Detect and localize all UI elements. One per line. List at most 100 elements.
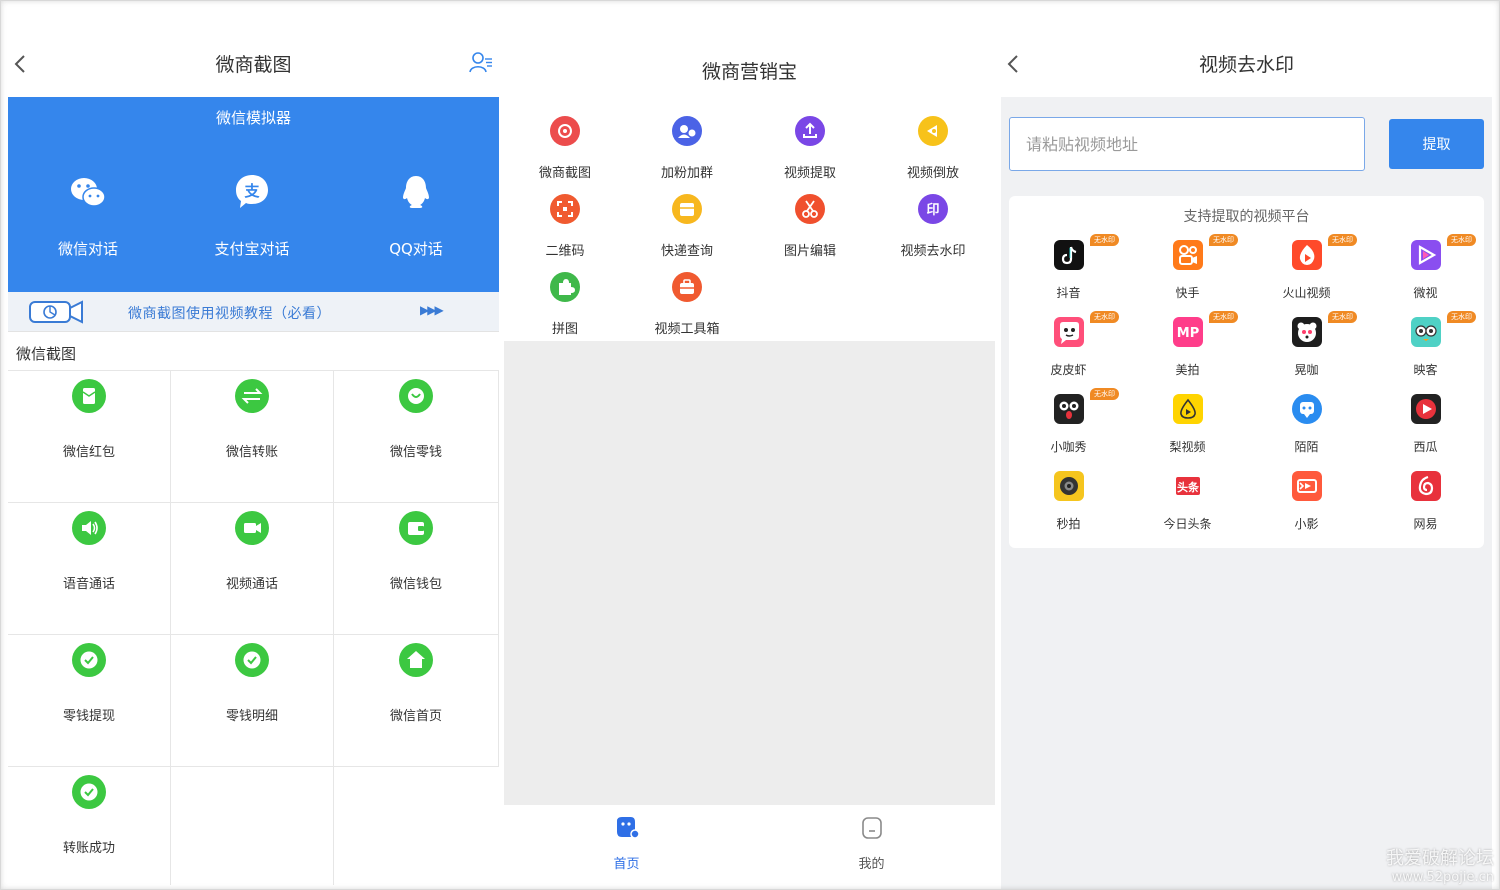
grid-empty-cell [171,767,334,885]
transfer-icon [235,379,269,413]
tab-label: 首页 [613,857,640,872]
svg-text:印: 印 [926,203,939,218]
platform-xiaokaxiu[interactable]: 小咖秀 无水印 [1009,388,1128,455]
grid-item-video-call[interactable]: 视频通话 [171,503,334,635]
panel-marketing-tools: 微商营销宝 微商截图 加粉加群 视频提取 视频倒放 二维码 快递查询 图片编辑 … [504,0,995,890]
huangka-icon [1291,317,1322,347]
section-title: 微信截图 [16,345,77,363]
simulator-title: 微信模拟器 [215,109,291,127]
page-title: 微商营销宝 [701,61,797,83]
platform-huoshan[interactable]: 火山视频 无水印 [1247,234,1366,301]
platform-momo[interactable]: 陌陌 [1247,394,1366,455]
page-title: 视频去水印 [1198,54,1294,76]
tab-label: 我的 [858,857,885,872]
toutiao-icon: 头条 [1175,477,1200,495]
platform-netease[interactable]: 网易 [1366,471,1485,532]
platform-label: 小咖秀 [1050,440,1087,454]
no-watermark-badge: 无水印 [1090,234,1119,246]
platform-pipixia[interactable]: 皮皮虾 无水印 [1009,311,1128,378]
extract-button[interactable]: 提取 [1389,119,1484,169]
tool-label: 视频倒放 [906,166,959,181]
sim-item-label: QQ对话 [389,240,443,258]
navbar: 微商截图 [8,38,499,88]
sim-item-label: 微信对话 [57,240,118,258]
yingke-icon [1410,317,1441,347]
grid-item-voice-call[interactable]: 语音通话 [8,503,171,635]
platform-weishi[interactable]: 微视 无水印 [1366,234,1485,301]
platform-lishipin[interactable]: 梨视频 [1128,394,1247,455]
user-menu-icon[interactable] [469,50,493,74]
no-watermark-badge: 无水印 [1447,311,1476,323]
no-watermark-badge: 无水印 [1090,311,1119,323]
tool-express-query[interactable]: 快递查询 [626,194,748,259]
platform-xigua[interactable]: 西瓜 [1366,394,1485,455]
kuaishou-icon [1172,240,1203,270]
tool-label: 图片编辑 [783,244,836,259]
watermark-line1: 我爱破解论坛 [1386,848,1494,869]
grid-item-change[interactable]: 微信零钱 [334,371,499,503]
rewind-icon [918,116,948,146]
alipay-chat-button[interactable]: 支 支付宝对话 [172,172,332,259]
tool-label: 视频工具箱 [654,322,720,337]
upload-icon [795,116,825,146]
bottom-tab-bar: 首页 我的 [504,805,995,890]
svg-text:支: 支 [243,182,260,200]
grid-item-withdraw[interactable]: 零钱提现 [8,635,171,767]
tool-remove-watermark[interactable]: 印 视频去水印 [872,194,994,259]
platform-yingke[interactable]: 映客 无水印 [1366,311,1485,378]
qq-chat-button[interactable]: QQ对话 [336,172,496,259]
douyin-icon [1053,240,1084,270]
home-icon [399,643,433,677]
grid-empty-cell [334,767,499,885]
platform-toutiao[interactable]: 头条 今日头条 [1128,471,1247,532]
tool-add-fans[interactable]: 加粉加群 [626,116,748,181]
grid-item-label: 转账成功 [62,841,115,856]
group-add-icon [672,116,702,146]
wechat-screenshot-grid: 微信红包 微信转账 微信零钱 语音通话 视频通话 微信钱包 零钱提现 零钱明细 … [8,370,499,885]
no-watermark-badge: 无水印 [1209,311,1238,323]
grid-item-label: 视频通话 [225,577,278,592]
panel-weishang-screenshot: 微商截图 微信模拟器 微信对话 支 支付宝对话 QQ对话 微商截图使用视频教程（… [8,0,499,890]
tool-video-extract[interactable]: 视频提取 [749,116,871,181]
content-empty-area [504,341,995,805]
grid-item-label: 微信钱包 [389,577,442,592]
change-icon [399,379,433,413]
tool-video-toolbox[interactable]: 视频工具箱 [626,272,748,337]
platform-label: 今日头条 [1163,517,1212,531]
platform-label: 晃咖 [1294,363,1319,377]
video-url-input[interactable] [1009,117,1365,171]
xiaoying-icon [1291,471,1322,501]
no-watermark-badge: 无水印 [1447,234,1476,246]
platform-label: 美拍 [1175,363,1200,377]
tool-weishang-screenshot[interactable]: 微商截图 [504,116,626,181]
platform-xiaoying[interactable]: 小影 [1247,471,1366,532]
tool-video-reverse[interactable]: 视频倒放 [872,116,994,181]
platform-meipai[interactable]: MP 美拍 无水印 [1128,311,1247,378]
package-icon [672,194,702,224]
wechat-chat-button[interactable]: 微信对话 [8,172,168,259]
tool-qrcode[interactable]: 二维码 [504,194,626,259]
platform-label: 抖音 [1056,286,1081,300]
panel-remove-watermark: 视频去水印 提取 支持提取的视频平台 抖音 无水印 快手 无水印 火山视频 无水… [1001,0,1492,890]
video-call-icon [235,511,269,545]
tab-mine[interactable]: 我的 [749,815,994,872]
platform-huangka[interactable]: 晃咖 无水印 [1247,311,1366,378]
meipai-icon: MP [1172,317,1203,347]
grid-item-transfer[interactable]: 微信转账 [171,371,334,503]
video-tutorial-link[interactable]: 微商截图使用视频教程（必看） ▶▶▶ [8,292,499,332]
tab-home[interactable]: 首页 [504,815,749,872]
tool-image-edit[interactable]: 图片编辑 [749,194,871,259]
platform-miaopai[interactable]: 秒拍 [1009,471,1128,532]
xiaokaxiu-icon [1053,394,1084,424]
tool-puzzle[interactable]: 拼图 [504,272,626,337]
grid-item-red-packet[interactable]: 微信红包 [8,371,171,503]
tutorial-text: 微商截图使用视频教程（必看） [128,306,331,322]
tool-label: 加粉加群 [660,166,713,181]
grid-item-home[interactable]: 微信首页 [334,635,499,767]
grid-item-details[interactable]: 零钱明细 [171,635,334,767]
grid-item-transfer-success[interactable]: 转账成功 [8,767,171,885]
wechat-simulator-banner: 微信模拟器 微信对话 支 支付宝对话 QQ对话 [8,97,499,292]
platform-kuaishou[interactable]: 快手 无水印 [1128,234,1247,301]
grid-item-wallet[interactable]: 微信钱包 [334,503,499,635]
platform-douyin[interactable]: 抖音 无水印 [1009,234,1128,301]
